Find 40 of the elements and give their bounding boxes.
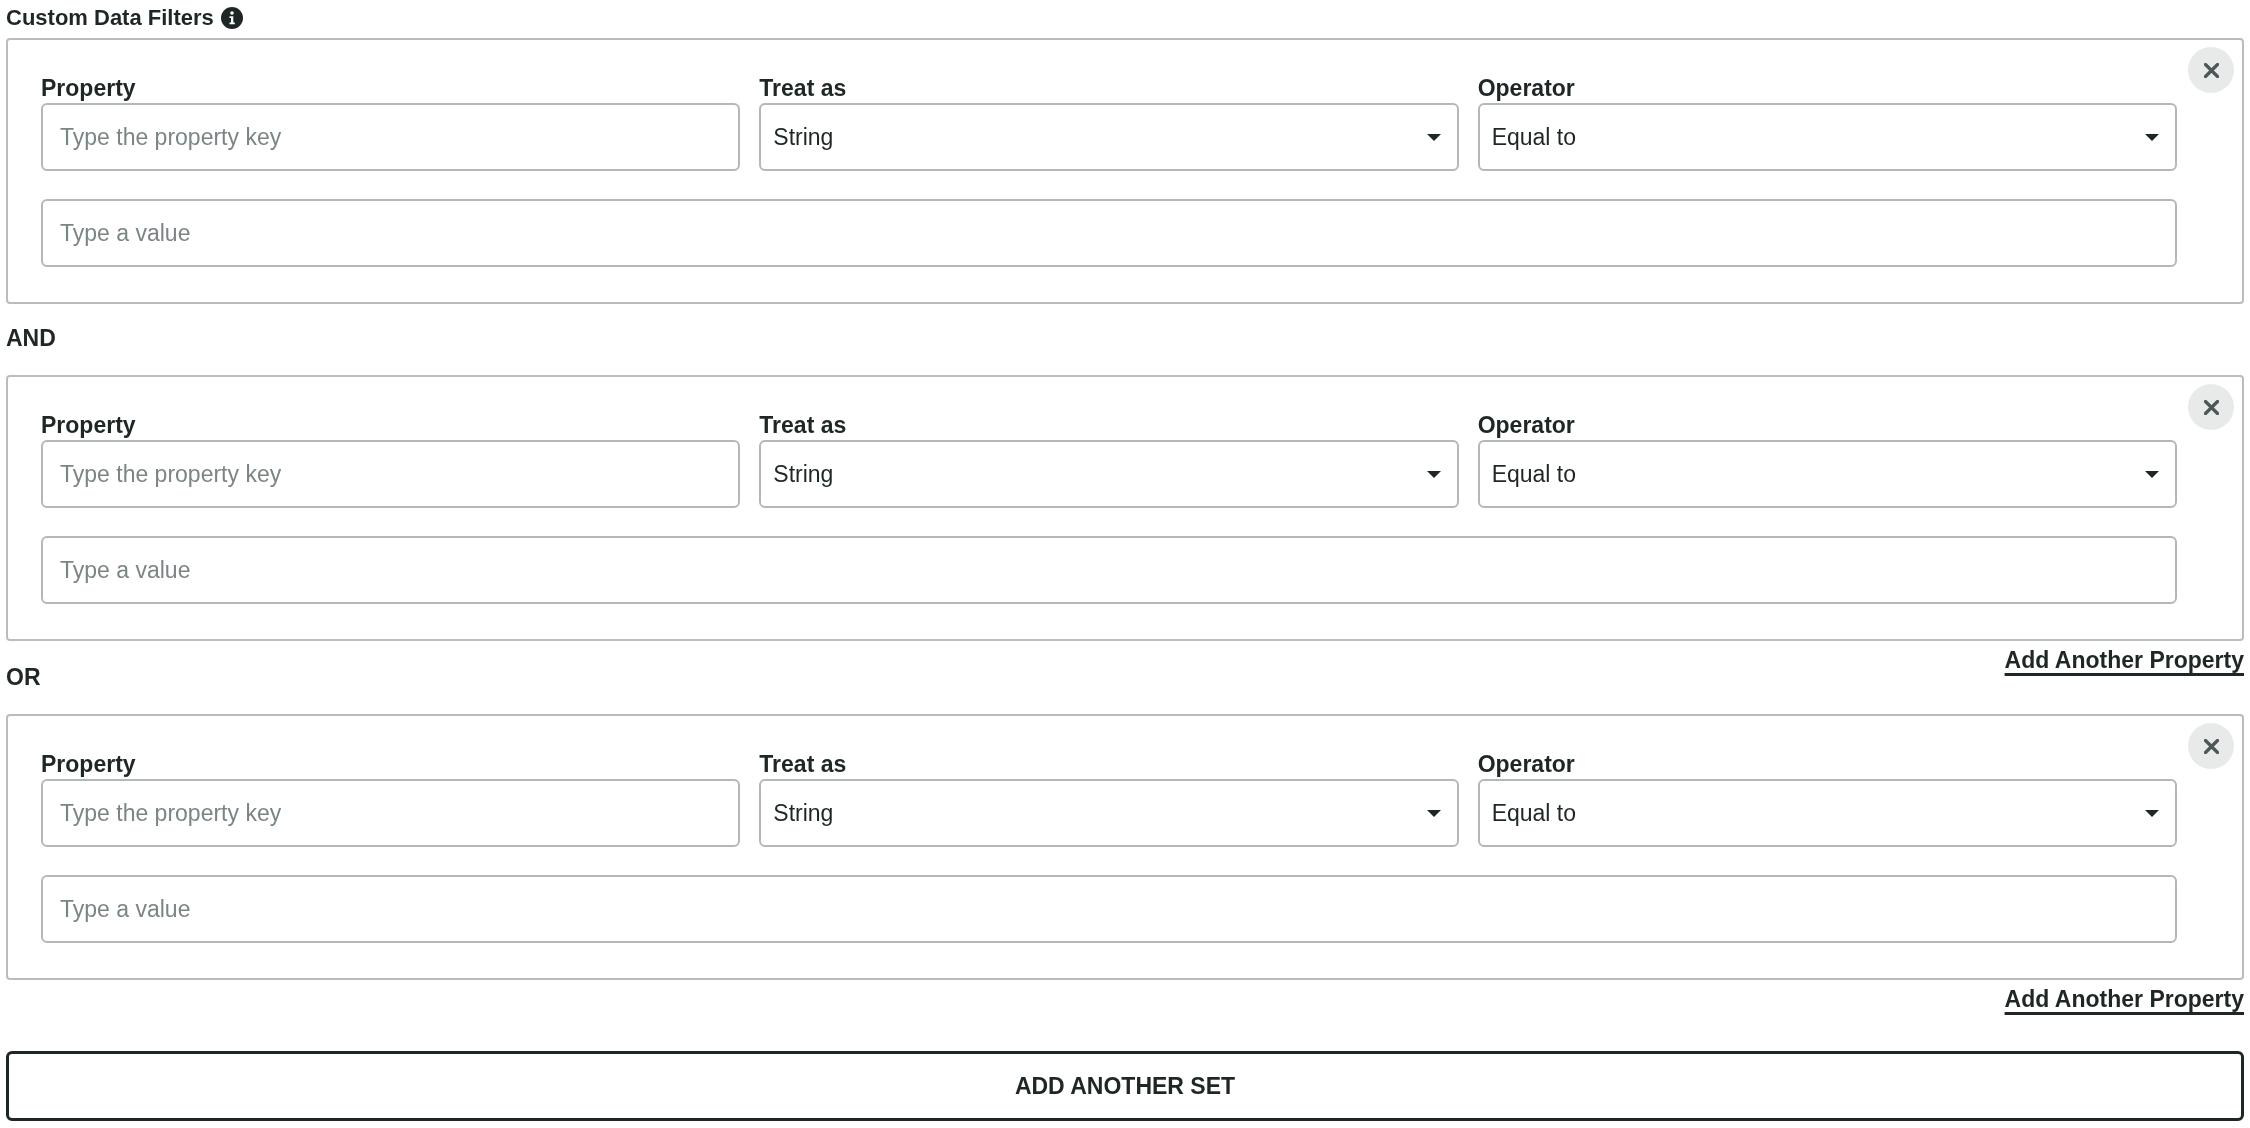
close-button[interactable] xyxy=(2188,723,2234,769)
input-field[interactable]: Type the property key xyxy=(41,103,741,171)
close-icon xyxy=(2203,62,2219,78)
logic-label: AND xyxy=(6,324,56,352)
section-title: Custom Data Filters xyxy=(6,4,214,32)
field-label: Operator xyxy=(1477,411,1575,439)
select-field[interactable]: String xyxy=(759,440,1459,508)
caret-icon xyxy=(2145,133,2159,141)
add-property-link[interactable]: Add Another Property xyxy=(2004,985,2244,1013)
field-label: Property xyxy=(41,411,136,439)
field-label: Property xyxy=(41,750,136,778)
input-field[interactable]: Type the property key xyxy=(41,779,741,847)
input-field[interactable]: Type a value xyxy=(41,875,2177,943)
field-label: Property xyxy=(41,74,136,102)
close-button[interactable] xyxy=(2188,384,2234,430)
field-label: Treat as xyxy=(759,411,847,439)
input-field[interactable]: Type a value xyxy=(41,199,2177,267)
field-label: Treat as xyxy=(759,750,847,778)
add-set-button[interactable]: ADD ANOTHER SET xyxy=(6,1051,2244,1121)
field-label: Operator xyxy=(1477,74,1575,102)
caret-icon xyxy=(2145,470,2159,478)
select-field[interactable]: String xyxy=(759,103,1459,171)
caret-icon xyxy=(1426,809,1441,817)
logic-label: OR xyxy=(6,663,41,691)
caret-icon xyxy=(1426,470,1441,478)
field-label: Treat as xyxy=(759,74,847,102)
caret-icon xyxy=(2145,809,2159,817)
select-field[interactable]: String xyxy=(759,779,1459,847)
close-button[interactable] xyxy=(2188,47,2234,93)
select-field[interactable]: Equal to xyxy=(1477,779,2177,847)
info-icon[interactable] xyxy=(220,7,243,29)
close-icon xyxy=(2203,738,2219,754)
field-label: Operator xyxy=(1477,750,1575,778)
add-property-link[interactable]: Add Another Property xyxy=(2004,646,2244,674)
input-field[interactable]: Type the property key xyxy=(41,440,741,508)
caret-icon xyxy=(1426,133,1441,141)
close-icon xyxy=(2203,399,2219,415)
select-field[interactable]: Equal to xyxy=(1477,103,2177,171)
input-field[interactable]: Type a value xyxy=(41,536,2177,604)
select-field[interactable]: Equal to xyxy=(1477,440,2177,508)
